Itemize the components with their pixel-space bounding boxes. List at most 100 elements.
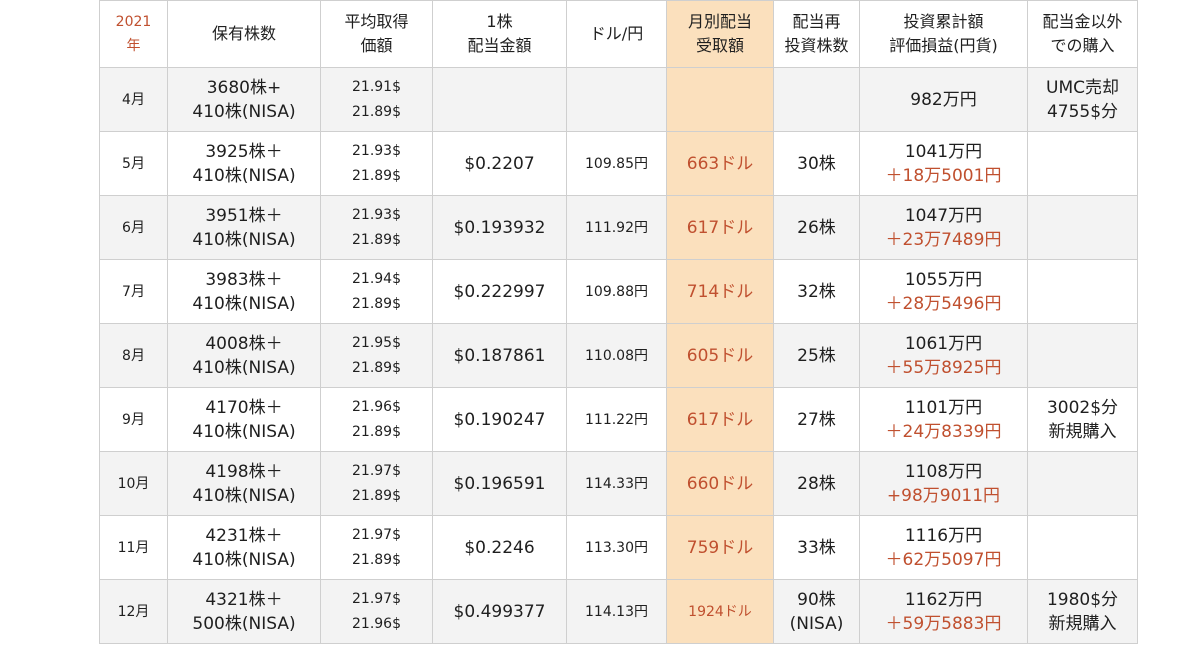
- fx-cell: 114.33円: [566, 451, 667, 516]
- monthly-dividend-cell: 1924ドル: [666, 579, 774, 644]
- reinvest-cell: [773, 67, 860, 132]
- month-cell: 11月: [99, 515, 168, 580]
- fx-cell: 111.22円: [566, 387, 667, 452]
- shares-line: 3951株＋: [205, 205, 283, 226]
- dividend-per-share-cell: $0.196591: [432, 451, 567, 516]
- monthly-dividend-cell: 660ドル: [666, 451, 774, 516]
- fx-cell: 111.92円: [566, 195, 667, 260]
- avg-price-line: 21.97$: [352, 462, 401, 479]
- header-shares-line: 保有株数: [211, 24, 276, 43]
- avg-price-cell: 21.97$ 21.96$: [320, 579, 433, 644]
- other-purchase-cell: 3002$分 新規購入: [1027, 387, 1138, 452]
- avg-price-line: 21.89$: [352, 103, 401, 120]
- dividend-per-share-cell: $0.193932: [432, 195, 567, 260]
- month-cell: 12月: [99, 579, 168, 644]
- other-purchase-line: 新規購入: [1048, 613, 1117, 634]
- reinvest-cell: 27株: [773, 387, 860, 452]
- month-cell: 7月: [99, 259, 168, 324]
- header-valuation: 投資累計額 評価損益(円貨): [859, 0, 1028, 68]
- reinvest-cell: 25株: [773, 323, 860, 388]
- monthly-dividend-cell: 663ドル: [666, 131, 774, 196]
- dividend-per-share-cell: $0.2207: [432, 131, 567, 196]
- other-purchase-cell: [1027, 131, 1138, 196]
- reinvest-cell: 32株: [773, 259, 860, 324]
- shares-line: 410株(NISA): [192, 165, 296, 186]
- shares-line: 4231株＋: [205, 525, 283, 546]
- shares-line: 410株(NISA): [192, 485, 296, 506]
- avg-price-cell: 21.96$ 21.89$: [320, 387, 433, 452]
- reinvest-line: 27株: [797, 409, 836, 430]
- valuation-total: 1116万円: [904, 525, 983, 546]
- valuation-cell: 982万円: [859, 67, 1028, 132]
- valuation-total: 1041万円: [904, 141, 983, 162]
- avg-price-line: 21.95$: [352, 334, 401, 351]
- valuation-total: 982万円: [910, 89, 977, 110]
- header-dividend-per-share-line: 1株: [486, 12, 513, 31]
- other-purchase-cell: [1027, 259, 1138, 324]
- month-cell: 6月: [99, 195, 168, 260]
- valuation-total: 1101万円: [904, 397, 983, 418]
- dividend-table: 2021 年 保有株数 平均取得 価額 1株 配当金額 ドル/円 月別配当 受取…: [99, 0, 1138, 644]
- monthly-dividend-cell: 617ドル: [666, 195, 774, 260]
- header-other-purchase-line: での購入: [1050, 36, 1115, 55]
- avg-price-line: 21.96$: [352, 615, 401, 632]
- valuation-total: 1061万円: [904, 333, 983, 354]
- header-shares: 保有株数: [167, 0, 321, 68]
- header-dividend-per-share-line: 配当金額: [467, 36, 532, 55]
- avg-price-line: 21.89$: [352, 231, 401, 248]
- shares-line: 4170株＋: [205, 397, 283, 418]
- reinvest-line: 30株: [797, 153, 836, 174]
- avg-price-cell: 21.95$ 21.89$: [320, 323, 433, 388]
- other-purchase-cell: [1027, 323, 1138, 388]
- valuation-gain: ＋55万8925円: [885, 357, 1002, 378]
- valuation-gain: +98万9011円: [886, 485, 1001, 506]
- other-purchase-line: 1980$分: [1046, 589, 1119, 610]
- other-purchase-cell: [1027, 515, 1138, 580]
- header-avg-price-line: 平均取得: [344, 12, 409, 31]
- reinvest-line: 33株: [797, 537, 836, 558]
- header-dividend-per-share: 1株 配当金額: [432, 0, 567, 68]
- shares-line: 4321株＋: [205, 589, 283, 610]
- valuation-cell: 1047万円 ＋23万7489円: [859, 195, 1028, 260]
- valuation-total: 1047万円: [904, 205, 983, 226]
- shares-line: 3983株＋: [205, 269, 283, 290]
- header-avg-price-line: 価額: [360, 36, 393, 55]
- month-cell: 8月: [99, 323, 168, 388]
- avg-price-cell: 21.93$ 21.89$: [320, 195, 433, 260]
- monthly-dividend-cell: 605ドル: [666, 323, 774, 388]
- reinvest-line: 32株: [797, 281, 836, 302]
- valuation-total: 1162万円: [904, 589, 983, 610]
- table-row: 9月 4170株＋ 410株(NISA) 21.96$ 21.89$ $0.19…: [99, 387, 1138, 452]
- avg-price-cell: 21.94$ 21.89$: [320, 259, 433, 324]
- reinvest-cell: 28株: [773, 451, 860, 516]
- reinvest-line: 90株: [797, 589, 836, 610]
- other-purchase-cell: [1027, 195, 1138, 260]
- header-fx: ドル/円: [566, 0, 667, 68]
- fx-cell: 110.08円: [566, 323, 667, 388]
- other-purchase-cell: UMC売却 4755$分: [1027, 67, 1138, 132]
- avg-price-line: 21.96$: [352, 398, 401, 415]
- header-monthly-dividend: 月別配当 受取額: [666, 0, 774, 68]
- shares-cell: 4198株＋ 410株(NISA): [167, 451, 321, 516]
- valuation-gain: ＋24万8339円: [885, 421, 1002, 442]
- header-reinvest-line: 投資株数: [784, 36, 849, 55]
- header-other-purchase-line: 配当金以外: [1042, 12, 1123, 31]
- dividend-per-share-cell: [432, 67, 567, 132]
- shares-cell: 3680株+ 410株(NISA): [167, 67, 321, 132]
- shares-line: 4198株＋: [205, 461, 283, 482]
- avg-price-line: 21.89$: [352, 295, 401, 312]
- header-avg-price: 平均取得 価額: [320, 0, 433, 68]
- reinvest-line: (NISA): [789, 613, 844, 634]
- shares-line: 410株(NISA): [192, 229, 296, 250]
- fx-cell: [566, 67, 667, 132]
- other-purchase-line: 4755$分: [1046, 101, 1119, 122]
- header-row: 2021 年 保有株数 平均取得 価額 1株 配当金額 ドル/円 月別配当 受取…: [99, 0, 1138, 68]
- month-cell: 9月: [99, 387, 168, 452]
- valuation-cell: 1041万円 ＋18万5001円: [859, 131, 1028, 196]
- reinvest-cell: 90株 (NISA): [773, 579, 860, 644]
- avg-price-line: 21.91$: [352, 78, 401, 95]
- valuation-cell: 1061万円 ＋55万8925円: [859, 323, 1028, 388]
- table-row: 6月 3951株＋ 410株(NISA) 21.93$ 21.89$ $0.19…: [99, 195, 1138, 260]
- avg-price-line: 21.89$: [352, 359, 401, 376]
- reinvest-cell: 26株: [773, 195, 860, 260]
